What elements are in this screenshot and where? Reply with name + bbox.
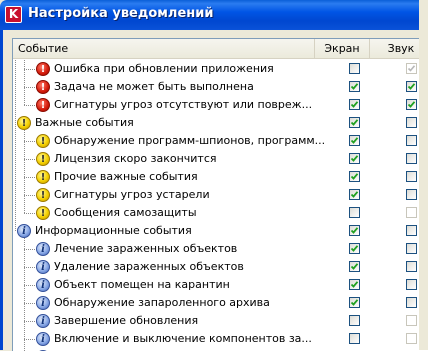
event-label: Завершение обновления <box>54 314 199 327</box>
event-label: Обнаружение программ-шпионов, программ..… <box>54 134 326 147</box>
info-icon: i <box>36 242 50 256</box>
sound-checkbox[interactable] <box>406 153 417 164</box>
screen-checkbox[interactable] <box>349 63 360 74</box>
sound-checkbox[interactable] <box>406 261 417 272</box>
event-row[interactable]: i Завершение обновления <box>13 312 428 330</box>
event-label: Объект помещен на карантин <box>54 278 230 291</box>
sound-checkbox[interactable] <box>406 171 417 182</box>
warning-icon: ! <box>36 134 50 148</box>
event-row[interactable]: ! Лицензия скоро закончится <box>13 150 428 168</box>
event-label: Важные события <box>35 116 134 129</box>
screen-checkbox[interactable] <box>349 99 360 110</box>
event-row[interactable]: i Обнаружение запароленного архива <box>13 294 428 312</box>
event-row[interactable]: ! Прочие важные события <box>13 168 428 186</box>
event-row[interactable]: ! Обнаружение программ-шпионов, программ.… <box>13 132 428 150</box>
event-row[interactable]: i Удаление зараженных объектов <box>13 258 428 276</box>
event-row[interactable]: i Информационные события <box>13 222 428 240</box>
event-row[interactable]: ! Сигнатуры угроз устарели <box>13 186 428 204</box>
screen-checkbox[interactable] <box>349 225 360 236</box>
sound-checkbox[interactable] <box>406 81 417 92</box>
screen-checkbox[interactable] <box>349 135 360 146</box>
screen-checkbox[interactable] <box>349 153 360 164</box>
info-icon: i <box>36 332 50 346</box>
info-icon: i <box>36 314 50 328</box>
column-header-event[interactable]: Событие <box>13 39 315 58</box>
event-label: Лицензия скоро закончится <box>54 152 217 165</box>
sound-checkbox[interactable] <box>406 315 417 326</box>
event-label: Задача не может быть выполнена <box>54 80 254 93</box>
screen-checkbox[interactable] <box>349 207 360 218</box>
info-icon: i <box>36 278 50 292</box>
sound-checkbox[interactable] <box>406 279 417 290</box>
sound-checkbox[interactable] <box>406 99 417 110</box>
list-header: Событие Экран Звук <box>13 39 428 59</box>
warning-icon: ! <box>36 152 50 166</box>
event-label: Прочие важные события <box>54 170 198 183</box>
screen-checkbox[interactable] <box>349 117 360 128</box>
kaspersky-logo-icon: K <box>5 6 22 23</box>
event-label: Ошибка при обновлении приложения <box>54 62 274 75</box>
info-icon: i <box>17 224 31 238</box>
error-icon: ! <box>36 98 50 112</box>
sound-checkbox[interactable] <box>406 225 417 236</box>
warning-icon: ! <box>17 116 31 130</box>
screen-checkbox[interactable] <box>349 189 360 200</box>
sound-checkbox[interactable] <box>406 333 417 344</box>
event-row[interactable]: ! Сигнатуры угроз отсутствуют или повреж.… <box>13 96 428 114</box>
event-label: Сигнатуры угроз отсутствуют или повреж..… <box>54 98 313 111</box>
notification-events-list[interactable]: Событие Экран Звук ! Ошибка при обновлени… <box>12 38 428 351</box>
sound-checkbox[interactable] <box>406 297 417 308</box>
window-title: Настройка уведомлений <box>28 6 214 21</box>
screen-checkbox[interactable] <box>349 171 360 182</box>
warning-icon: ! <box>36 170 50 184</box>
event-label: Информационные события <box>35 224 192 237</box>
event-row[interactable]: i Включение и выключение компонентов за..… <box>13 330 428 348</box>
sound-checkbox[interactable] <box>406 189 417 200</box>
info-icon: i <box>36 296 50 310</box>
error-icon: ! <box>36 62 50 76</box>
event-label: Лечение зараженных объектов <box>54 242 238 255</box>
event-label: Обнаружение запароленного архива <box>54 296 270 309</box>
sound-checkbox[interactable] <box>406 135 417 146</box>
column-header-screen[interactable]: Экран <box>315 39 370 58</box>
event-row[interactable]: ! Сообщения самозащиты <box>13 204 428 222</box>
screen-checkbox[interactable] <box>349 297 360 308</box>
event-row[interactable]: ! Задача не может быть выполнена <box>13 78 428 96</box>
screen-checkbox[interactable] <box>349 81 360 92</box>
sound-checkbox[interactable] <box>406 207 417 218</box>
sound-checkbox[interactable] <box>406 243 417 254</box>
screen-checkbox[interactable] <box>349 333 360 344</box>
screen-checkbox[interactable] <box>349 279 360 290</box>
sound-checkbox[interactable] <box>406 117 417 128</box>
event-label: Удаление зараженных объектов <box>54 260 244 273</box>
info-icon: i <box>36 260 50 274</box>
window-body: Событие Экран Звук ! Ошибка при обновлени… <box>0 30 428 351</box>
screen-checkbox[interactable] <box>349 243 360 254</box>
event-row[interactable]: ! Ошибка при обновлении приложения <box>13 60 428 78</box>
warning-icon: ! <box>36 206 50 220</box>
screen-checkbox[interactable] <box>349 261 360 272</box>
event-row[interactable]: i Объект помещен на карантин <box>13 276 428 294</box>
screen-checkbox[interactable] <box>349 315 360 326</box>
error-icon: ! <box>36 80 50 94</box>
event-row[interactable]: i Лечение зараженных объектов <box>13 240 428 258</box>
event-label: Сообщения самозащиты <box>54 206 197 219</box>
event-label: Сигнатуры угроз устарели <box>54 188 210 201</box>
warning-icon: ! <box>36 188 50 202</box>
event-label: Включение и выключение компонентов за... <box>54 332 312 345</box>
event-row[interactable]: ! Важные события <box>13 114 428 132</box>
sound-checkbox[interactable] <box>406 63 417 74</box>
title-bar[interactable]: K Настройка уведомлений <box>0 0 428 30</box>
